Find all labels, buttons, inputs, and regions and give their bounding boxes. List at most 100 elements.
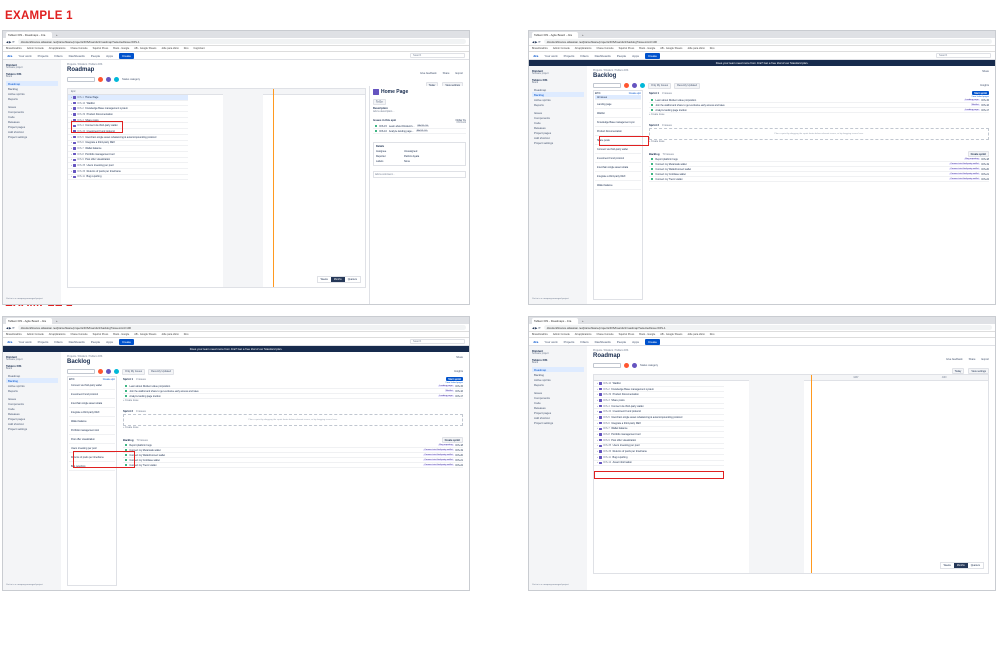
epic-filter-item[interactable]: Portfolio management tool [69, 426, 115, 435]
epic-key[interactable]: DIS-39 [603, 393, 611, 396]
expand-chevron-icon[interactable]: › [597, 399, 598, 402]
only-my-issues-filter[interactable]: Only My Issues [648, 82, 672, 89]
create-button[interactable]: Create [118, 338, 134, 345]
epic-name[interactable]: Waitlist [87, 102, 95, 105]
epic-filter-item[interactable]: Integrate a third-party DEX [595, 172, 641, 181]
breadcrumb[interactable]: Projects / Dixident / Tablero DIS [593, 69, 989, 72]
give-feedback-button[interactable]: Give feedback [946, 358, 963, 361]
start-sprint-button[interactable]: Start sprint [446, 377, 463, 381]
nav-apps[interactable]: Apps [106, 340, 113, 344]
epic-key[interactable]: DIS-36 [603, 450, 611, 453]
browser-tab[interactable]: Tableni DIS - Agile Board - Jira [532, 32, 578, 38]
issue-summary[interactable]: Connect my Trezor wallet [655, 178, 947, 181]
epic-key[interactable]: DIS-35 [603, 444, 611, 447]
status-category-filter[interactable]: Status category [640, 364, 658, 367]
epic-filter-item[interactable]: Waitlist [595, 109, 641, 118]
epic-key[interactable]: DIS-11 [77, 175, 85, 178]
sprint-dropzone[interactable]: Plan a sprint by dragging the sprint foo… [649, 128, 989, 140]
url-field[interactable]: disxdentfinance.atlassian.net/jira/softw… [543, 38, 992, 45]
issue-key[interactable]: DIS-18 [982, 158, 989, 161]
nav-dashboards[interactable]: Dashboards [595, 54, 611, 58]
expand-chevron-icon[interactable]: › [71, 164, 72, 167]
epic-name[interactable]: Returns of pools per timeframe [613, 450, 647, 453]
create-issue-button[interactable]: + Create issue [123, 399, 463, 404]
issue-summary[interactable]: Learn about Dixident value proposition [655, 99, 962, 102]
epic-row[interactable]: › DIS-12 Asset information [594, 461, 724, 467]
back-icon[interactable]: ◀ ▶ ⟳ [6, 40, 15, 44]
bookmark[interactable]: Chase Console [70, 333, 87, 336]
scale-quarters[interactable]: Quarters [345, 277, 360, 282]
nav-filters[interactable]: Filters [580, 54, 588, 58]
bookmark[interactable]: Book - Google [113, 47, 129, 50]
epic-key[interactable]: DIS-9 [603, 439, 609, 442]
epic-name[interactable]: Home Page [85, 96, 98, 99]
expand-chevron-icon[interactable]: › [71, 113, 72, 116]
epic-key[interactable]: DIS-10 [77, 102, 85, 105]
nav-apps[interactable]: Apps [632, 340, 639, 344]
expand-chevron-icon[interactable]: › [597, 450, 598, 453]
browser-tab[interactable]: Tableni DIS - Roadmaps - Jira [532, 318, 578, 324]
share-button[interactable]: Share [982, 70, 989, 73]
sidebar-item-project-settings[interactable]: Project settings [6, 134, 58, 139]
issue-summary[interactable]: Connect my Metamask wallet [655, 163, 947, 166]
insights-button[interactable]: Insights [980, 84, 989, 87]
issue-summary[interactable]: Analyze landing page... [389, 130, 414, 133]
bookmark[interactable]: Admin Console [27, 47, 44, 50]
epic-name[interactable]: Connect via third-party wallet [611, 405, 643, 408]
epic-name[interactable]: Interchain single asset rebalancing & au… [85, 136, 156, 139]
bookmark[interactable]: BraveNewFire [6, 47, 22, 50]
epic-key[interactable]: DIS-6 [77, 141, 83, 144]
epic-key[interactable]: DIS-34 [603, 410, 611, 413]
bookmark[interactable]: Roo [184, 333, 189, 336]
breadcrumb[interactable]: Projects / Dixident / Tablero DIS [67, 355, 463, 358]
epic-key[interactable]: DIS-7 [77, 147, 83, 150]
issue-summary[interactable]: Connect my Coinbase wallet [655, 173, 947, 176]
epic-lozenge[interactable]: Connect via third-party wallet [423, 449, 454, 451]
epic-filter-item[interactable]: Knowledge Base management syst [595, 118, 641, 127]
status-badge[interactable]: BACKLOG [415, 130, 429, 132]
epic-name[interactable]: Returns of pools per timeframe [87, 170, 121, 173]
nav-projects[interactable]: Projects [38, 340, 49, 344]
backlog-section-title[interactable]: Backlog [123, 439, 133, 442]
expand-chevron-icon[interactable]: › [71, 170, 72, 173]
nav-apps[interactable]: Apps [632, 54, 639, 58]
export-button[interactable]: Export [982, 358, 990, 361]
issue-key[interactable]: DIS-16 [456, 390, 463, 393]
expand-chevron-icon[interactable]: › [71, 136, 72, 139]
epic-key[interactable]: DIS-36 [77, 170, 85, 173]
epic-lozenge[interactable]: Waitlist [970, 104, 980, 106]
avatar[interactable] [114, 77, 119, 82]
avatar[interactable] [106, 369, 111, 374]
timescale-toggle[interactable]: Weeks Months Quarters [939, 562, 984, 569]
epic-name[interactable]: Bug reporting [612, 456, 627, 459]
issue-row[interactable]: Connect my Trezor wallet Connect via thir… [649, 177, 989, 182]
bookmark[interactable]: All applications [575, 47, 592, 50]
url-field[interactable]: disxdentfinance.atlassian.net/jira/softw… [17, 324, 466, 331]
breadcrumb[interactable]: Projects / Dixident / Tablero DIS [67, 63, 463, 66]
back-icon[interactable]: ◀ ▶ ⟳ [532, 40, 541, 44]
nav-your-work[interactable]: Your work [544, 54, 557, 58]
scale-months[interactable]: Months [330, 277, 345, 282]
issue-summary[interactable]: Analyze landing page traction [655, 109, 962, 112]
epic-lozenge[interactable]: Landing page [964, 99, 980, 101]
nav-projects[interactable]: Projects [564, 54, 575, 58]
recently-updated-filter[interactable]: Recently Updated [148, 368, 174, 375]
create-sprint-button[interactable]: Create sprint [441, 437, 463, 443]
create-button[interactable]: Create [644, 52, 660, 59]
expand-chevron-icon[interactable]: › [597, 422, 598, 425]
expand-chevron-icon[interactable]: › [597, 444, 598, 447]
back-icon[interactable]: ◀ ▶ ⟳ [6, 326, 15, 330]
scale-weeks[interactable]: Weeks [318, 277, 331, 282]
avatar[interactable] [640, 83, 645, 88]
expand-chevron-icon[interactable]: › [71, 158, 72, 161]
nav-filters[interactable]: Filters [54, 54, 62, 58]
url-field[interactable]: disxdentfinance.atlassian.net/jira/softw… [543, 324, 992, 331]
bookmark[interactable]: All applications [49, 333, 66, 336]
sprint-name[interactable]: Sprint 1 [123, 378, 133, 381]
search-input[interactable]: Search [410, 339, 465, 344]
share-button[interactable]: Share [456, 356, 463, 359]
epic-name[interactable]: Wallet balance [85, 147, 101, 150]
url-field[interactable]: disxdentfinance.atlassian.net/jira/softw… [17, 38, 466, 45]
jira-logo[interactable]: Jira [7, 54, 12, 58]
nav-your-work[interactable]: Your work [18, 54, 31, 58]
